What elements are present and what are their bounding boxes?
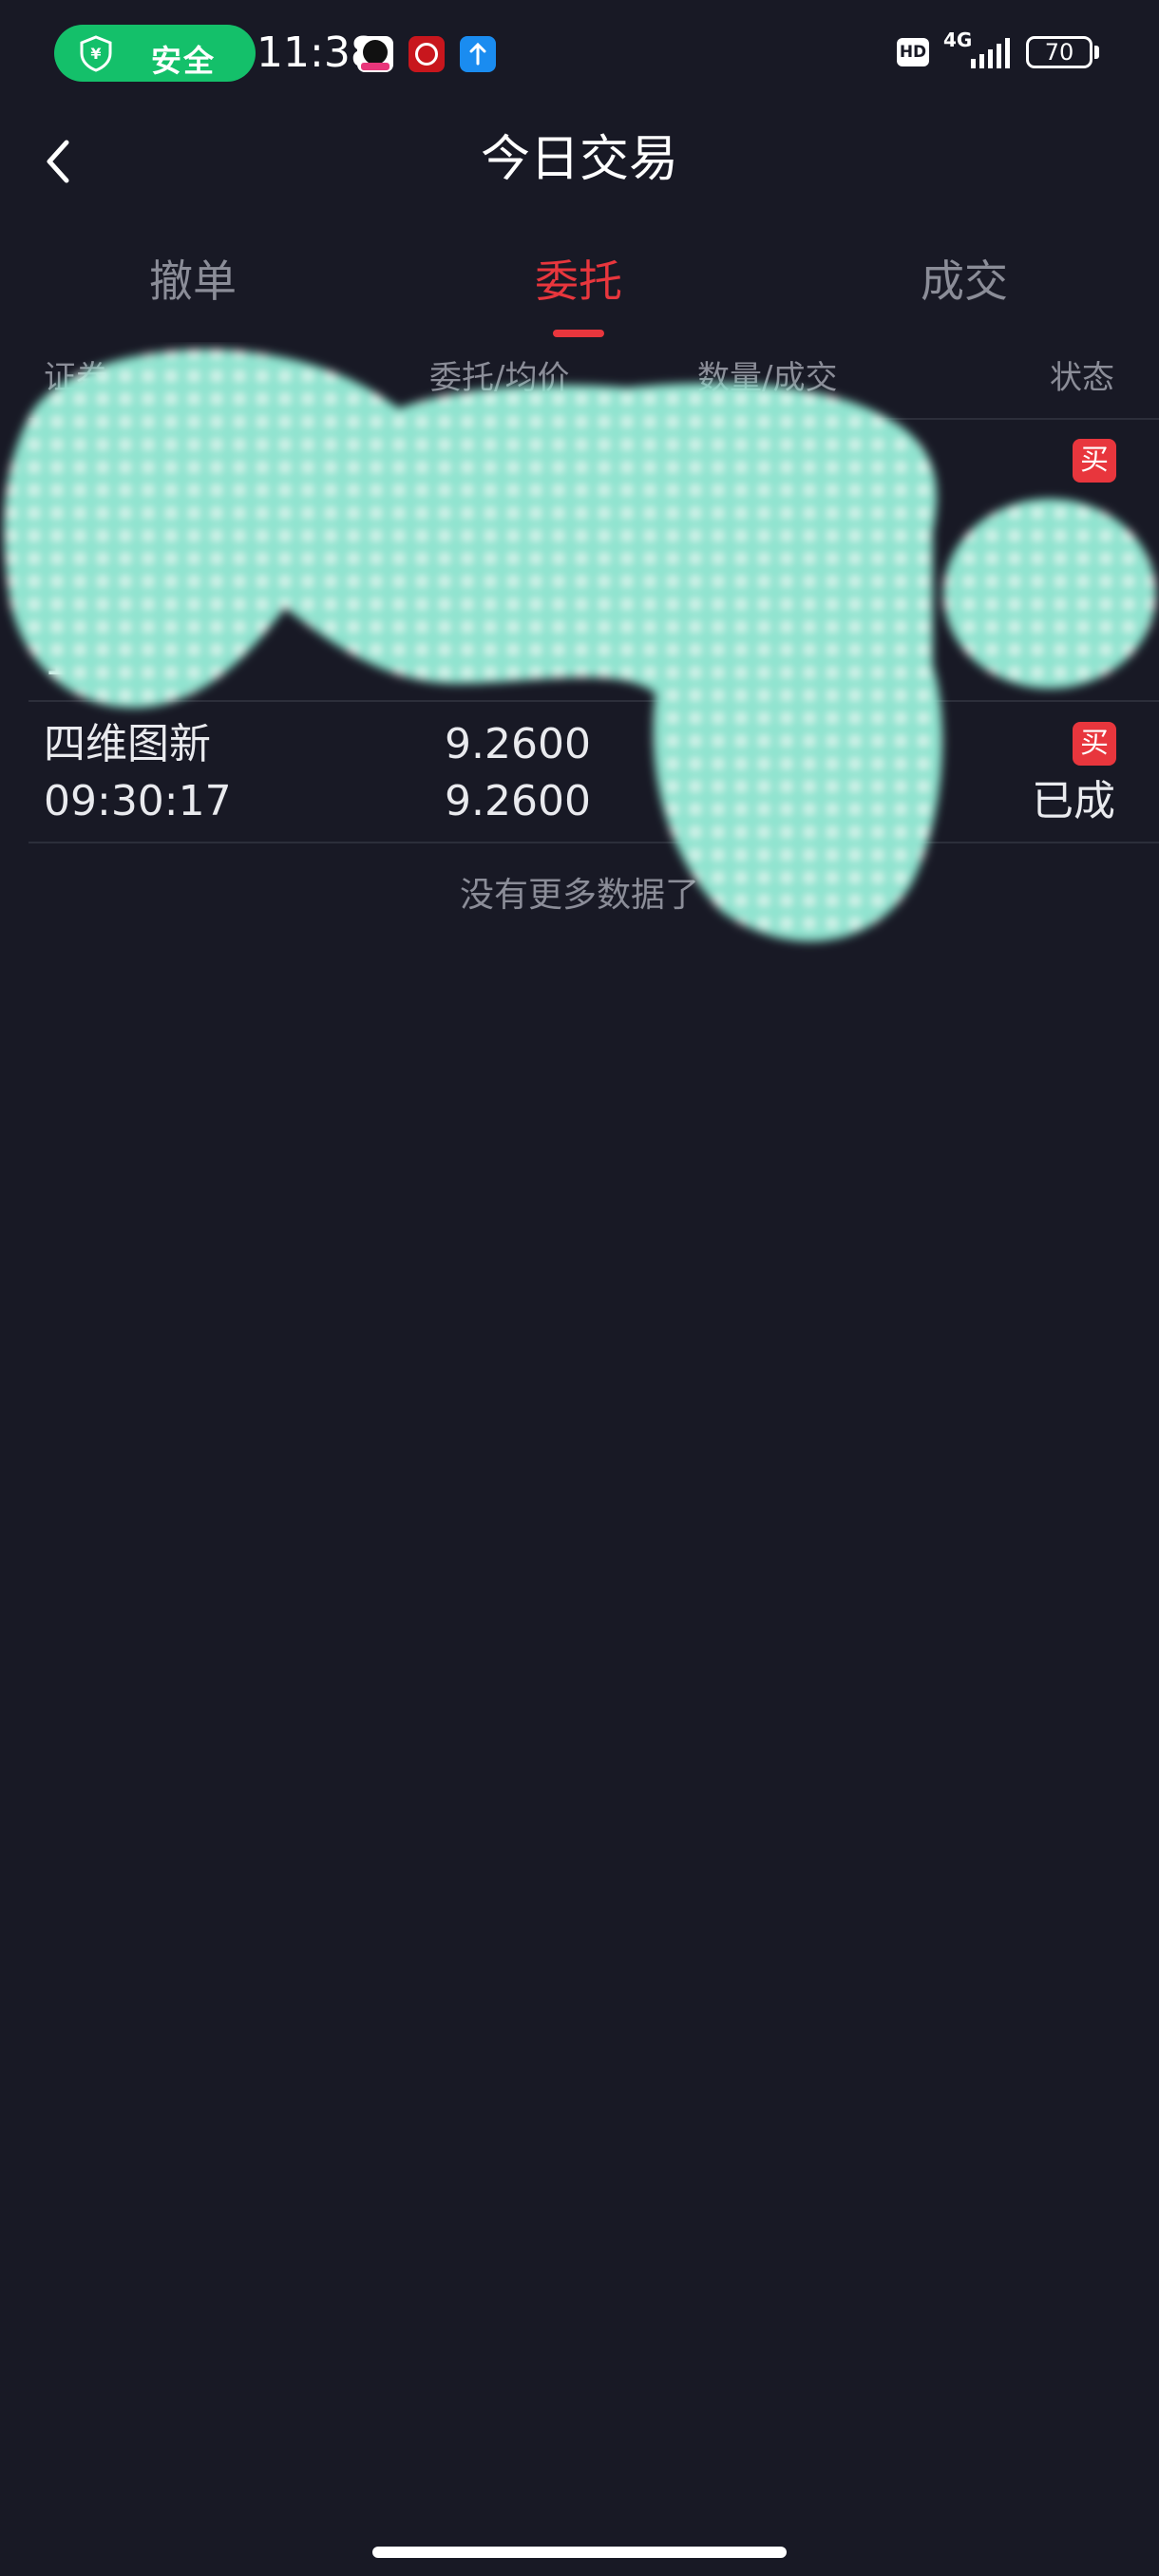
page-title: 今日交易 bbox=[480, 131, 678, 188]
signal-icon bbox=[971, 38, 1010, 68]
app-icon-a bbox=[357, 36, 393, 72]
shield-icon: ¥ bbox=[80, 35, 112, 72]
redaction-mask bbox=[4, 349, 1156, 942]
hd-badge: HD bbox=[897, 38, 929, 66]
tab-indicator bbox=[553, 330, 604, 337]
battery-tip bbox=[1094, 46, 1099, 59]
tab-orders[interactable]: 委托 bbox=[436, 245, 721, 317]
svg-text:¥: ¥ bbox=[90, 45, 101, 63]
network-type: 4G bbox=[943, 28, 973, 51]
status-bar: ¥ 安全 11:38 HD 4G 70 bbox=[0, 0, 1159, 106]
tab-deals[interactable]: 成交 bbox=[822, 245, 1107, 317]
home-indicator[interactable] bbox=[372, 2547, 787, 2558]
app-icon-b bbox=[408, 36, 445, 72]
battery-icon: 70 bbox=[1026, 36, 1092, 68]
tab-cancel[interactable]: 撤单 bbox=[50, 245, 335, 317]
app-icon-c bbox=[460, 36, 496, 72]
security-badge[interactable]: ¥ 安全 bbox=[54, 25, 256, 82]
page: ¥ 安全 11:38 HD 4G 70 今日交易 撤单 委托 成交 委托/均价 … bbox=[0, 0, 1159, 2576]
security-label: 安全 bbox=[151, 43, 217, 79]
